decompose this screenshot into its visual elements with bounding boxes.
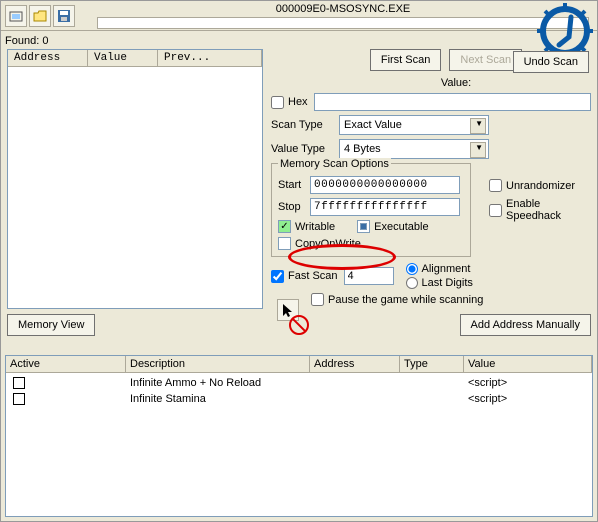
- scan-value-input[interactable]: [314, 93, 591, 111]
- save-icon[interactable]: [53, 5, 75, 27]
- scan-results-list[interactable]: Address Value Prev...: [7, 49, 263, 309]
- stop-label: Stop: [278, 201, 306, 213]
- row-value: <script>: [464, 393, 592, 405]
- open-process-icon[interactable]: [5, 5, 27, 27]
- next-scan-button: Next Scan: [449, 49, 522, 71]
- lastdigits-label: Last Digits: [422, 277, 473, 289]
- start-address-input[interactable]: [310, 176, 460, 194]
- value-label: Value:: [441, 77, 471, 89]
- fastscan-label: Fast Scan: [288, 270, 338, 282]
- pause-game-label: Pause the game while scanning: [328, 294, 483, 306]
- col-prev[interactable]: Prev...: [158, 50, 262, 66]
- unrandomizer-label: Unrandomizer: [506, 180, 575, 192]
- scantype-label: Scan Type: [271, 119, 333, 131]
- cheat-table[interactable]: Active Description Address Type Value In…: [5, 355, 593, 517]
- memory-view-button[interactable]: Memory View: [7, 314, 95, 336]
- clear-icon[interactable]: [289, 315, 309, 335]
- copyonwrite-label: CopyOnWrite: [295, 238, 361, 250]
- fastscan-checkbox[interactable]: [271, 270, 284, 283]
- table-row[interactable]: Infinite Ammo + No Reload <script>: [6, 375, 592, 391]
- scantype-dropdown[interactable]: Exact Value: [339, 115, 489, 135]
- unrandomizer-checkbox[interactable]: [489, 179, 502, 192]
- copyonwrite-checkbox[interactable]: [278, 237, 291, 250]
- first-scan-button[interactable]: First Scan: [370, 49, 442, 71]
- main-toolbar: 000009E0-MSOSYNC.EXE: [1, 1, 597, 31]
- col-address-hdr[interactable]: Address: [310, 356, 400, 372]
- start-label: Start: [278, 179, 306, 191]
- row-description: Infinite Stamina: [126, 393, 310, 405]
- executable-checkbox[interactable]: [357, 220, 370, 233]
- add-address-manually-button[interactable]: Add Address Manually: [460, 314, 591, 336]
- valuetype-label: Value Type: [271, 143, 333, 155]
- col-type[interactable]: Type: [400, 356, 464, 372]
- process-name: 000009E0-MSOSYNC.EXE: [276, 3, 411, 15]
- right-options: Unrandomizer Enable Speedhack: [489, 179, 597, 222]
- writable-checkbox[interactable]: ✓: [278, 220, 291, 233]
- col-active[interactable]: Active: [6, 356, 126, 372]
- executable-label: Executable: [374, 221, 428, 233]
- undo-scan-button[interactable]: Undo Scan: [513, 51, 589, 73]
- cheat-table-header: Active Description Address Type Value: [6, 356, 592, 373]
- stop-address-input[interactable]: [310, 198, 460, 216]
- row-value: <script>: [464, 377, 592, 389]
- col-value-hdr[interactable]: Value: [464, 356, 592, 372]
- lastdigits-radio[interactable]: [406, 277, 418, 289]
- col-address[interactable]: Address: [8, 50, 88, 66]
- row-description: Infinite Ammo + No Reload: [126, 377, 310, 389]
- speedhack-checkbox[interactable]: [489, 204, 502, 217]
- col-value[interactable]: Value: [88, 50, 158, 66]
- found-count: Found: 0: [5, 35, 48, 47]
- fastscan-value-input[interactable]: [344, 267, 394, 285]
- col-description[interactable]: Description: [126, 356, 310, 372]
- table-row[interactable]: Infinite Stamina <script>: [6, 391, 592, 407]
- results-header: Address Value Prev...: [8, 50, 262, 67]
- active-checkbox[interactable]: [13, 393, 25, 405]
- alignment-label: Alignment: [422, 263, 471, 275]
- active-checkbox[interactable]: [13, 377, 25, 389]
- pause-game-checkbox[interactable]: [311, 293, 324, 306]
- writable-label: Writable: [295, 221, 335, 233]
- scan-controls: First Scan Next Scan Value: Hex Scan Typ…: [271, 49, 591, 306]
- progress-bar: [97, 17, 589, 29]
- open-file-icon[interactable]: [29, 5, 51, 27]
- hex-checkbox[interactable]: [271, 96, 284, 109]
- speedhack-label: Enable Speedhack: [506, 198, 597, 222]
- alignment-radio[interactable]: [406, 263, 418, 275]
- memory-scan-options: Memory Scan Options Start Stop ✓ Writabl…: [271, 163, 471, 257]
- hex-label: Hex: [288, 96, 308, 108]
- valuetype-dropdown[interactable]: 4 Bytes: [339, 139, 489, 159]
